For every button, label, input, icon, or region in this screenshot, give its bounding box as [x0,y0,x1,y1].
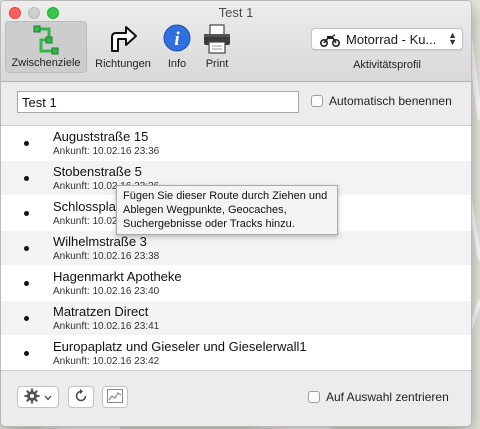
bullet-icon [24,246,29,251]
tab-info-label: Info [167,58,187,70]
tab-waypoints-label: Zwischenziele [11,57,81,69]
bullet-icon [24,316,29,321]
activity-profile-label: Aktivitätsprofil [353,59,421,71]
stop-arrival: Ankunft: 10.02.16 23:42 [53,356,160,367]
elevation-profile-button[interactable] [102,386,128,408]
stop-arrival: Ankunft: 10.02.16 23:40 [53,286,160,297]
center-on-selection-checkbox[interactable] [308,391,320,403]
chevron-updown-icon: ▲ ▼ [448,30,457,47]
bullet-icon [24,211,29,216]
gear-icon [24,388,40,407]
list-item[interactable]: Auguststraße 15 Ankunft: 10.02.16 23:36 [1,126,471,160]
titlebar: Test 1 Zwischenziele Richtungen i Info P… [1,1,471,82]
printer-icon [200,23,234,58]
list-item[interactable]: Europaplatz und Gieseler und Gieselerwal… [1,336,471,370]
chevron-down-icon [44,390,52,404]
tab-info[interactable]: i Info [159,21,195,73]
stop-title: Stobenstraße 5 [53,164,142,179]
refresh-icon [74,388,88,406]
stop-arrival: Ankunft: 10.02.16 23:38 [53,251,160,262]
activity-profile-select[interactable]: Motorrad - Ku... ▲ ▼ [311,28,463,50]
auto-name-label: Automatisch benennen [329,94,452,108]
stop-arrival: Ankunft: 10.02.16 23:36 [53,146,160,157]
auto-name-checkbox[interactable] [311,95,323,107]
route-window: Test 1 Zwischenziele Richtungen i Info P… [0,0,472,427]
route-name-input[interactable] [17,91,299,113]
list-item[interactable]: Matratzen Direct Ankunft: 10.02.16 23:41 [1,301,471,335]
directions-arrow-icon [106,23,140,58]
center-on-selection-label: Auf Auswahl zentrieren [326,390,449,404]
drag-drop-tooltip: Fügen Sie dieser Route durch Ziehen und … [116,185,338,235]
stop-title: Hagenmarkt Apotheke [53,269,182,284]
settings-menu-button[interactable] [17,386,59,408]
svg-text:i: i [174,29,180,50]
stop-title: Europaplatz und Gieseler und Gieselerwal… [53,339,307,354]
tab-directions-label: Richtungen [95,58,151,70]
reverse-route-button[interactable] [68,386,94,408]
stop-title: Wilhelmstraße 3 [53,234,147,249]
waypoints-icon [29,24,63,59]
activity-profile-value: Motorrad - Ku... [346,32,437,47]
bullet-icon [24,176,29,181]
stop-title: Auguststraße 15 [53,129,149,144]
print-button[interactable]: Print [197,21,237,73]
stop-title: Matratzen Direct [53,304,149,319]
window-title: Test 1 [218,5,254,20]
auto-name-checkbox-row[interactable]: Automatisch benennen [311,94,452,108]
list-item[interactable]: Wilhelmstraße 3 Ankunft: 10.02.16 23:38 [1,231,471,265]
bullet-icon [24,141,29,146]
center-on-selection-row[interactable]: Auf Auswahl zentrieren [308,390,449,404]
bullet-icon [24,351,29,356]
motorcycle-icon [319,33,341,50]
tab-directions[interactable]: Richtungen [89,21,157,73]
info-icon: i [162,23,192,56]
waypoint-list[interactable]: Auguststraße 15 Ankunft: 10.02.16 23:36 … [1,125,471,371]
stop-arrival: Ankunft: 10.02.16 23:41 [53,321,160,332]
bullet-icon [24,281,29,286]
print-button-label: Print [205,58,229,70]
list-item[interactable]: Hagenmarkt Apotheke Ankunft: 10.02.16 23… [1,266,471,300]
chart-icon [107,388,123,406]
tab-waypoints[interactable]: Zwischenziele [5,21,87,73]
